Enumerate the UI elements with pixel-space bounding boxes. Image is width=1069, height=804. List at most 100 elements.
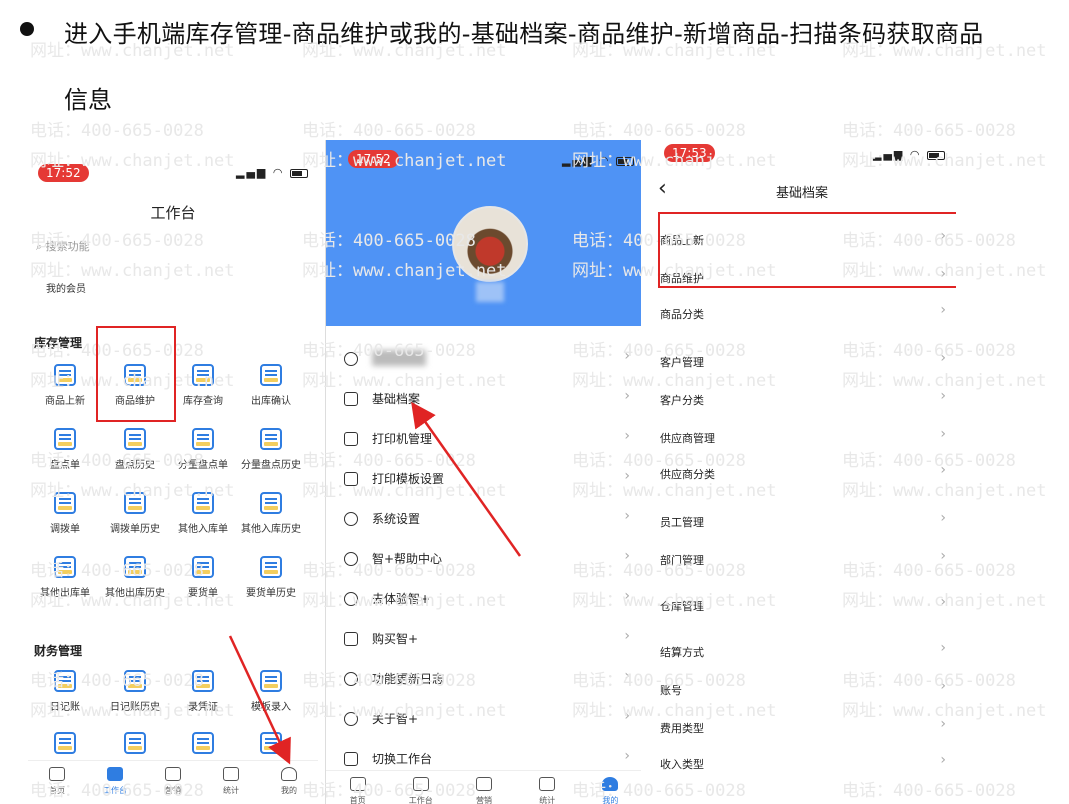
watermark-text: 电话：400-665-0028 (842, 121, 1016, 141)
archive-row-label: 供应商分类 (660, 468, 715, 481)
printer-icon (344, 432, 358, 446)
workbench-icon (107, 767, 123, 781)
menu-row-printer[interactable]: 打印机管理 › (326, 420, 641, 460)
grid-item-partial[interactable] (30, 732, 100, 760)
template-entry-icon (260, 670, 282, 692)
grid-item-11[interactable]: 其他入库历史 (236, 492, 306, 535)
grid-item-3[interactable]: 出库确认 (236, 364, 306, 407)
menu-row-label: 功能更新日志 (372, 672, 445, 686)
chevron-right-icon: › (940, 388, 946, 404)
chevron-right-icon: › (940, 548, 946, 564)
grid-item-partial[interactable] (168, 732, 238, 760)
status-time: 17:52 (38, 164, 89, 182)
grid-item-2[interactable]: 库存查询 (168, 364, 238, 407)
menu-row-label: 打印模板设置 (372, 472, 445, 486)
tab-marketing[interactable]: 营销 (459, 777, 509, 804)
tab-label: 统计 (539, 796, 556, 804)
archive-row-5[interactable]: 供应商管理 › (654, 422, 950, 452)
grid-item-7[interactable]: 分量盘点历史 (236, 428, 306, 471)
help-icon (344, 552, 358, 566)
grid-item-13[interactable]: 其他出库历史 (100, 556, 170, 599)
archive-row-label: 客户管理 (660, 356, 704, 369)
ledger-icon (260, 732, 282, 754)
tab-workbench[interactable]: 工作台 (396, 777, 446, 804)
menu-row-document[interactable]: 基础档案 › (326, 380, 641, 420)
page-title: 基础档案 (775, 186, 828, 201)
grid-item-9[interactable]: 调拨单历史 (100, 492, 170, 535)
tab-home[interactable]: 首页 (32, 767, 82, 796)
grid-item-5[interactable]: 盘点历史 (100, 428, 170, 471)
chevron-right-icon: › (940, 752, 946, 768)
experience-icon (344, 592, 358, 606)
statistics-icon (539, 777, 556, 791)
journal-icon (54, 670, 76, 692)
archive-row-9[interactable]: 仓库管理 › (654, 590, 950, 620)
archive-row-8[interactable]: 部门管理 › (654, 544, 950, 574)
ledger-icon (124, 732, 146, 754)
menu-row-cart[interactable]: 购买智+ › (326, 620, 641, 660)
grid-item-label: 录凭证 (188, 702, 218, 713)
requisition-icon (192, 556, 214, 578)
archive-row-3[interactable]: 客户管理 › (654, 346, 950, 376)
archive-row-4[interactable]: 客户分类 › (654, 384, 950, 414)
menu-row-changelog[interactable]: 功能更新日志 › (326, 660, 641, 700)
grid-item-12[interactable]: 其他出库单 (30, 556, 100, 599)
avatar[interactable] (452, 206, 528, 282)
archive-row-13[interactable]: 收入类型 › (654, 748, 950, 778)
archive-row-2[interactable]: 商品分类 › (654, 298, 950, 328)
workbench-screen: 17:52 ▂▄▆ ◠ 工作台 ⌕ 搜索功能 我的会员 库存管理 商品上新 商品维… (28, 158, 318, 804)
archive-row-10[interactable]: 结算方式 › (654, 636, 950, 666)
grid-item-6[interactable]: 分量盘点单 (168, 428, 238, 471)
search-input[interactable]: ⌕ 搜索功能 (36, 238, 90, 254)
other-inbound-history-icon (260, 492, 282, 514)
archive-row-11[interactable]: 账号 › (654, 674, 950, 704)
menu-row-user[interactable]: › (326, 340, 641, 380)
menu-row-experience[interactable]: 去体验智+ › (326, 580, 641, 620)
grid-item-partial[interactable] (100, 732, 170, 760)
grid-item-0[interactable]: 日记账 (30, 670, 100, 713)
grid-item-label: 模板录入 (251, 702, 291, 713)
archive-row-12[interactable]: 费用类型 › (654, 712, 950, 742)
inventory-query-icon (192, 364, 214, 386)
menu-row-label: 购买智+ (372, 632, 419, 646)
grid-item-10[interactable]: 其他入库单 (168, 492, 238, 535)
tab-workbench[interactable]: 工作台 (90, 767, 140, 796)
cart-icon (344, 632, 358, 646)
grid-item-label: 其他出库历史 (105, 588, 165, 599)
tab-profile[interactable]: 我的 (585, 777, 635, 804)
menu-row-info[interactable]: 关于智+ › (326, 700, 641, 740)
menu-row-label: 系统设置 (372, 512, 421, 526)
partial-stocktake-history-icon (260, 428, 282, 450)
profile-header: 17:52 ▂▄▆ ◠ (326, 140, 641, 326)
grid-item-4[interactable]: 盘点单 (30, 428, 100, 471)
grid-item-partial[interactable] (236, 732, 306, 760)
grid-item-15[interactable]: 要货单历史 (236, 556, 306, 599)
signal-wifi-battery-icon: ▂▄▆ ◠ (873, 148, 945, 161)
grid-item-8[interactable]: 调拨单 (30, 492, 100, 535)
tab-statistics[interactable]: 统计 (522, 777, 572, 804)
chevron-right-icon: › (624, 748, 630, 764)
slide-heading: 进入手机端库存管理-商品维护或我的-基础档案-商品维护-新增商品-扫描条码获取商… (64, 20, 984, 48)
chevron-right-icon: › (940, 594, 946, 610)
menu-row-help[interactable]: 智+帮助中心 › (326, 540, 641, 580)
home-icon (349, 777, 366, 791)
tab-label: 工作台 (103, 786, 127, 795)
tab-statistics[interactable]: 统计 (206, 767, 256, 796)
menu-row-settings[interactable]: 系统设置 › (326, 500, 641, 540)
chevron-right-icon: › (940, 302, 946, 318)
chevron-right-icon: › (940, 678, 946, 694)
grid-item-label: 日记账 (50, 702, 80, 713)
archive-row-7[interactable]: 员工管理 › (654, 506, 950, 536)
grid-item-2[interactable]: 录凭证 (168, 670, 238, 713)
archive-row-6[interactable]: 供应商分类 › (654, 458, 950, 488)
tab-profile[interactable]: 我的 (264, 767, 314, 796)
tab-marketing[interactable]: 营销 (148, 767, 198, 796)
grid-item-14[interactable]: 要货单 (168, 556, 238, 599)
menu-row-print-template[interactable]: 打印模板设置 › (326, 460, 641, 500)
tab-home[interactable]: 首页 (333, 777, 383, 804)
grid-item-1[interactable]: 日记账历史 (100, 670, 170, 713)
grid-item-3[interactable]: 模板录入 (236, 670, 306, 713)
workbench-icon (412, 777, 429, 791)
my-membership-link[interactable]: 我的会员 (46, 280, 86, 295)
grid-item-0[interactable]: 商品上新 (30, 364, 100, 407)
